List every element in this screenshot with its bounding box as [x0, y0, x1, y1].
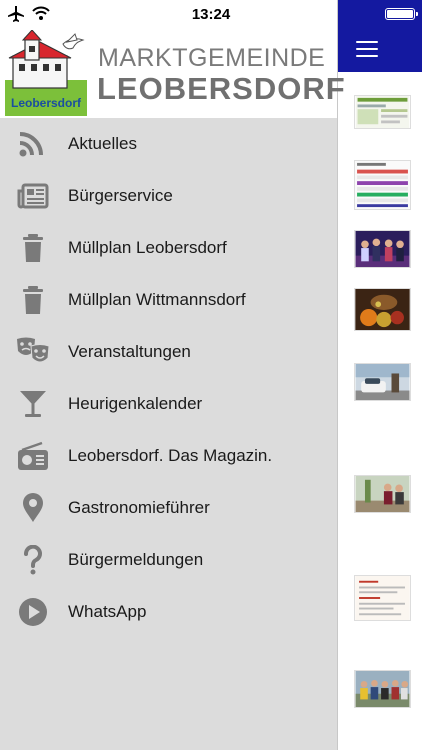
menu-label: Gastronomieführer: [68, 498, 210, 517]
svg-text:Leobersdorf: Leobersdorf: [11, 96, 82, 110]
trash-icon: [23, 286, 43, 314]
menu-item-veranstaltungen[interactable]: Veranstaltungen: [0, 326, 337, 378]
news-thumbnail-4[interactable]: [354, 288, 411, 331]
status-time: 13:24: [191, 6, 231, 23]
news-thumbnail-3[interactable]: [354, 230, 411, 268]
newspaper-icon: [17, 183, 49, 209]
menu-item-heurigenkalender[interactable]: Heurigenkalender: [0, 378, 337, 430]
menu-label: Müllplan Wittmannsdorf: [68, 290, 246, 309]
menu-item-buergerservice[interactable]: Bürgerservice: [0, 170, 337, 222]
navigation-drawer: 13:24 Leobersdorf MARKTGEMEINDE LEOBERSD…: [0, 0, 345, 750]
menu-item-muellplan-leobersdorf[interactable]: Müllplan Leobersdorf: [0, 222, 337, 274]
menu-label: Leobersdorf. Das Magazin.: [68, 446, 273, 465]
news-thumbnail-2[interactable]: [354, 160, 411, 210]
rss-icon: [19, 132, 43, 157]
news-thumbnail-7[interactable]: [354, 575, 411, 621]
news-thumbnail-6[interactable]: [354, 475, 411, 513]
menu-label: Aktuelles: [68, 134, 137, 153]
news-thumbnail-5[interactable]: [354, 363, 411, 401]
status-bar: 13:24: [0, 0, 337, 28]
map-marker-icon: [23, 493, 43, 522]
trash-icon: [23, 234, 43, 262]
brand-line-1: MARKTGEMEINDE: [98, 44, 326, 72]
menu-item-aktuelles[interactable]: Aktuelles: [0, 118, 337, 170]
question-mark-icon: [24, 545, 42, 575]
news-thumbnail-1[interactable]: [354, 95, 411, 129]
menu-label: Heurigenkalender: [68, 394, 203, 413]
menu-label: Veranstaltungen: [68, 342, 191, 361]
menu-label: Bürgermeldungen: [68, 550, 204, 569]
hamburger-menu-icon[interactable]: [356, 41, 378, 57]
play-circle-icon: [19, 598, 47, 626]
menu-item-whatsapp[interactable]: WhatsApp: [0, 586, 337, 638]
menu-label: Müllplan Leobersdorf: [68, 238, 227, 257]
menu-item-muellplan-wittmannsdorf[interactable]: Müllplan Wittmannsdorf: [0, 274, 337, 326]
menu-item-buergermeldungen[interactable]: Bürgermeldungen: [0, 534, 337, 586]
radio-icon: [18, 441, 48, 470]
leobersdorf-logo: Leobersdorf: [5, 30, 87, 116]
cocktail-glass-icon: [20, 391, 46, 417]
drawer-header: Leobersdorf MARKTGEMEINDE LEOBERSDORF: [0, 28, 345, 118]
news-thumbnail-8[interactable]: [354, 670, 411, 708]
main-content-panel: [337, 0, 422, 750]
brand-line-2: LEOBERSDORF: [97, 71, 346, 106]
menu-label: Bürgerservice: [68, 186, 173, 205]
menu-label: WhatsApp: [68, 602, 147, 621]
menu-item-magazin[interactable]: Leobersdorf. Das Magazin.: [0, 430, 337, 482]
menu-item-gastronomiefuehrer[interactable]: Gastronomieführer: [0, 482, 337, 534]
theater-masks-icon: [17, 337, 50, 363]
